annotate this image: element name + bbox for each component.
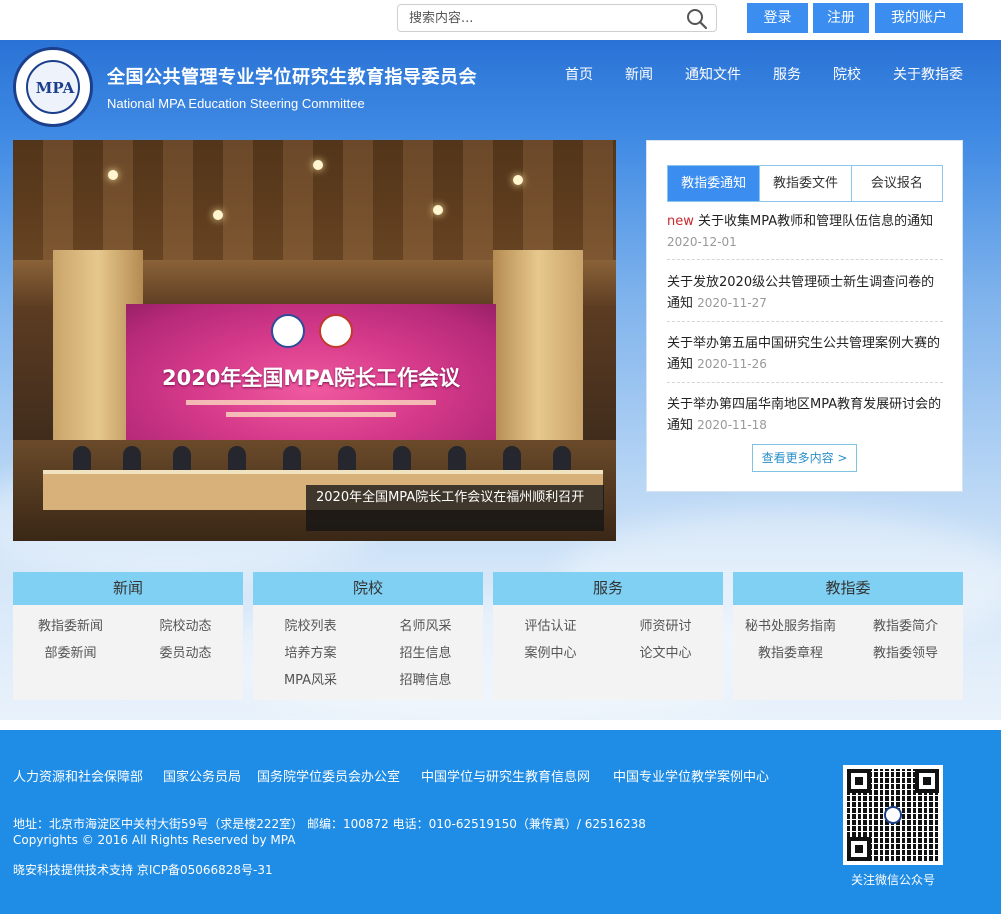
- banner-carousel[interactable]: 2020年全国MPA院长工作会议 2020年全国MPA院长工作会议在福州顺利召开: [13, 140, 616, 541]
- footer-address: 地址：北京市海淀区中关村大街59号（求是楼222室） 邮编：100872 电话：…: [13, 817, 646, 831]
- my-account-button[interactable]: 我的账户: [875, 3, 963, 33]
- notice-date: 2020-11-26: [697, 357, 767, 371]
- site-logo[interactable]: MPA: [13, 47, 93, 127]
- nav-notices[interactable]: 通知文件: [685, 64, 741, 84]
- category-link[interactable]: 招聘信息: [368, 669, 483, 688]
- category-link[interactable]: 师资研讨: [608, 615, 723, 634]
- view-more-button[interactable]: 查看更多内容 >: [752, 444, 857, 472]
- notice-panel: 教指委通知 教指委文件 会议报名 new 关于收集MPA教师和管理队伍信息的通知…: [646, 140, 963, 492]
- footer: 人力资源和社会保障部 国家公务员局 国务院学位委员会办公室 中国学位与研究生教育…: [0, 730, 1001, 914]
- category-title[interactable]: 院校: [253, 572, 483, 605]
- notice-date: 2020-11-18: [697, 418, 767, 432]
- notice-item[interactable]: 关于举办第五届中国研究生公共管理案例大赛的通知 2020-11-26: [667, 334, 943, 375]
- footer-support: 晓安科技提供技术支持 京ICP备05066828号-31: [13, 863, 273, 877]
- footer-link[interactable]: 中国学位与研究生教育信息网: [421, 766, 590, 785]
- tab-meeting-registration[interactable]: 会议报名: [850, 166, 942, 201]
- site-title: 全国公共管理专业学位研究生教育指导委员会: [107, 67, 477, 88]
- footer-copyright: Copyrights © 2016 All Rights Reserved by…: [13, 833, 296, 847]
- login-button[interactable]: 登录: [747, 3, 808, 33]
- notice-date: 2020-11-27: [697, 296, 767, 310]
- category-link[interactable]: 名师风采: [368, 615, 483, 634]
- footer-link[interactable]: 人力资源和社会保障部: [13, 766, 143, 785]
- qr-label: 关注微信公众号: [850, 873, 935, 887]
- notice-item[interactable]: new 关于收集MPA教师和管理队伍信息的通知 2020-12-01: [667, 212, 943, 253]
- search-input[interactable]: [398, 5, 668, 31]
- category-link[interactable]: MPA风采: [253, 669, 368, 688]
- notice-item[interactable]: 关于发放2020级公共管理硕士新生调查问卷的通知 2020-11-27: [667, 273, 943, 314]
- wechat-qr-code: [843, 765, 943, 865]
- category-link[interactable]: 评估认证: [493, 615, 608, 634]
- new-badge: new: [667, 214, 694, 229]
- category-link[interactable]: 招生信息: [368, 642, 483, 661]
- category-link[interactable]: 院校动态: [128, 615, 243, 634]
- notice-title[interactable]: 关于收集MPA教师和管理队伍信息的通知: [698, 214, 933, 229]
- footer-link[interactable]: 国务院学位委员会办公室: [257, 766, 400, 785]
- nav-services[interactable]: 服务: [773, 64, 801, 84]
- nav-news[interactable]: 新闻: [625, 64, 653, 84]
- search-box: [397, 4, 717, 32]
- category-title[interactable]: 服务: [493, 572, 723, 605]
- nav-about[interactable]: 关于教指委: [893, 64, 963, 84]
- hero-section: MPA 全国公共管理专业学位研究生教育指导委员会 National MPA Ed…: [0, 40, 1001, 720]
- register-button[interactable]: 注册: [813, 3, 869, 33]
- category-link[interactable]: 委员动态: [128, 642, 243, 661]
- nav-schools[interactable]: 院校: [833, 64, 861, 84]
- nav-home[interactable]: 首页: [565, 64, 593, 84]
- category-news: 新闻 教指委新闻 院校动态 部委新闻 委员动态: [13, 572, 243, 700]
- category-title[interactable]: 教指委: [733, 572, 963, 605]
- category-committee: 教指委 秘书处服务指南 教指委简介 教指委章程 教指委领导: [733, 572, 963, 700]
- category-schools: 院校 院校列表 名师风采 培养方案 招生信息 MPA风采 招聘信息: [253, 572, 483, 700]
- footer-link[interactable]: 中国专业学位教学案例中心: [613, 766, 769, 785]
- tab-committee-documents[interactable]: 教指委文件: [759, 166, 850, 201]
- tab-committee-notices[interactable]: 教指委通知: [668, 166, 760, 201]
- category-link[interactable]: 院校列表: [253, 615, 368, 634]
- search-icon[interactable]: [686, 8, 708, 30]
- site-subtitle: National MPA Education Steering Committe…: [107, 96, 365, 111]
- banner-screen-title: 2020年全国MPA院长工作会议: [161, 366, 461, 390]
- notice-date: 2020-12-01: [667, 235, 737, 249]
- category-link[interactable]: 教指委领导: [848, 642, 963, 661]
- banner-caption[interactable]: 2020年全国MPA院长工作会议在福州顺利召开: [306, 485, 604, 531]
- category-link[interactable]: 案例中心: [493, 642, 608, 661]
- category-services: 服务 评估认证 师资研讨 案例中心 论文中心: [493, 572, 723, 700]
- category-link[interactable]: 秘书处服务指南: [733, 615, 848, 634]
- category-link[interactable]: 论文中心: [608, 642, 723, 661]
- logo-text: MPA: [35, 79, 75, 97]
- notice-tabs: 教指委通知 教指委文件 会议报名: [667, 165, 943, 202]
- category-title[interactable]: 新闻: [13, 572, 243, 605]
- category-link[interactable]: 教指委章程: [733, 642, 848, 661]
- top-bar: 登录 注册 我的账户: [0, 0, 1001, 40]
- category-link[interactable]: 培养方案: [253, 642, 368, 661]
- footer-link[interactable]: 国家公务员局: [163, 766, 241, 785]
- category-link[interactable]: 教指委简介: [848, 615, 963, 634]
- category-link[interactable]: 部委新闻: [13, 642, 128, 661]
- notice-item[interactable]: 关于举办第四届华南地区MPA教育发展研讨会的通知 2020-11-18: [667, 395, 943, 436]
- category-link[interactable]: 教指委新闻: [13, 615, 128, 634]
